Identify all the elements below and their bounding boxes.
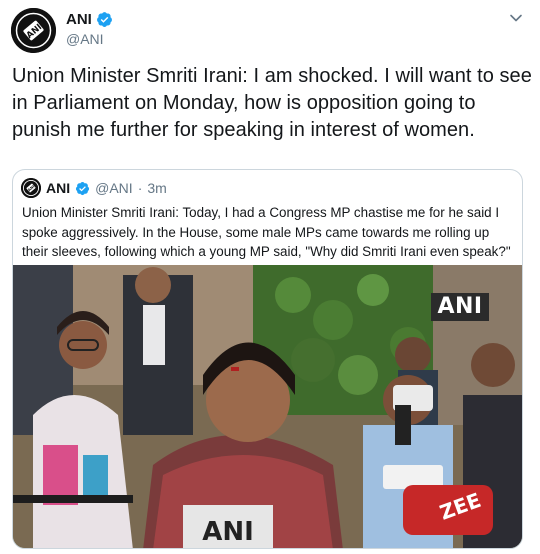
chevron-down-icon[interactable] bbox=[509, 11, 523, 25]
author-handle[interactable]: @ANI bbox=[66, 31, 104, 47]
tweet-card: ANI ANI @ANI Union Minister Smriti Irani… bbox=[0, 0, 540, 554]
quoted-tweet-text: Union Minister Smriti Irani: Today, I ha… bbox=[22, 205, 511, 259]
quoted-tweet-photo[interactable]: ZEE ANI ANI bbox=[13, 265, 522, 548]
verified-badge-icon bbox=[96, 12, 112, 27]
tweet-text: Union Minister Smriti Irani: I am shocke… bbox=[12, 65, 532, 141]
ani-logo-icon: ANI bbox=[21, 178, 41, 198]
author-avatar[interactable]: ANI bbox=[11, 8, 56, 53]
ani-logo-icon: ANI bbox=[11, 8, 56, 53]
author-display-name[interactable]: ANI bbox=[66, 11, 92, 28]
author-name-row: ANI bbox=[66, 11, 113, 28]
quoted-author-avatar: ANI bbox=[21, 178, 41, 198]
mic-label-ani: ANI bbox=[202, 517, 254, 547]
quoted-tweet-header: ANI ANI @ANI · 3m bbox=[21, 178, 167, 198]
quoted-author-name: ANI bbox=[46, 180, 71, 196]
quoted-tweet[interactable]: ANI ANI @ANI · 3m Union Minister Smriti … bbox=[12, 169, 523, 549]
verified-badge-icon bbox=[76, 181, 90, 195]
quoted-author-handle: @ANI bbox=[95, 180, 133, 196]
ani-watermark: ANI bbox=[431, 293, 489, 321]
separator-dot: · bbox=[137, 180, 143, 196]
quoted-timestamp[interactable]: 3m bbox=[147, 180, 166, 196]
